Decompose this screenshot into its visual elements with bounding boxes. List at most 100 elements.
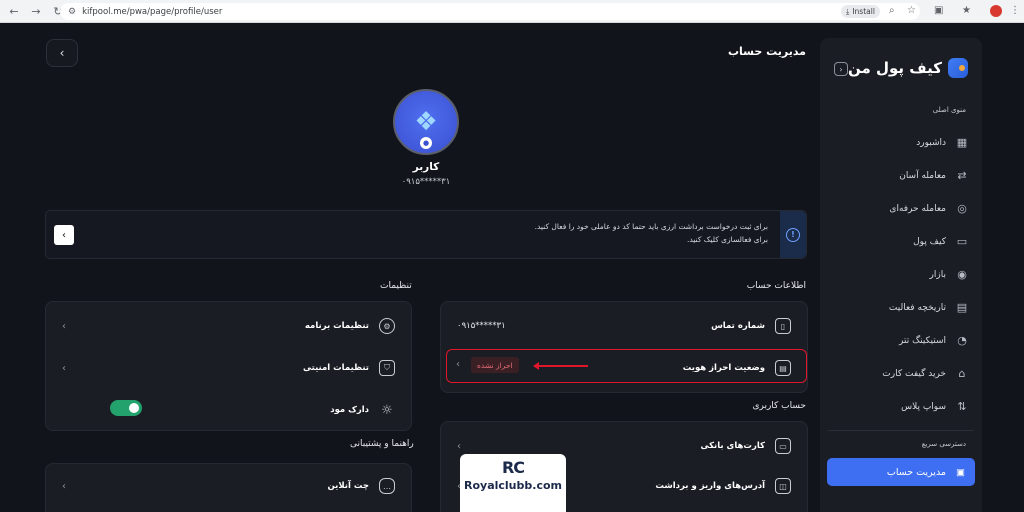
browser-toolbar: ← → ↻ ⚙ kifpool.me/pwa/page/profile/user… [0,0,1024,23]
camera-icon[interactable]: ● [420,137,432,149]
settings-card: ⚙ تنظیمات برنامه ‹ ⛉ تنظیمات امنیتی ‹ ☼ … [45,301,412,431]
chevron-left-icon[interactable]: ‹ [456,359,460,370]
sidebar-item-easy-trade[interactable]: معامله آسان ⇄ [828,159,968,192]
site-info-icon[interactable]: ⚙ [68,7,76,17]
sun-icon: ☼ [381,402,393,418]
sidebar-item-label: سواپ پلاس [901,401,946,412]
url-text: kifpool.me/pwa/page/profile/user [82,6,223,17]
swap-icon: ⇅ [957,400,967,413]
sidebar-item-label: تاریخچه فعالیت [888,302,946,313]
info-icon: ! [786,227,800,242]
addresses-label: آدرس‌های واریز و برداشت [655,481,765,491]
phone-row: ▯ شماره تماس ۰۹۱۵*****۳۱ [441,306,807,346]
app-settings-row[interactable]: ⚙ تنظیمات برنامه ‹ [46,306,411,346]
bookmark-star-icon[interactable]: ☆ [907,5,916,16]
sidebar-menu: داشبورد ▦ معامله آسان ⇄ معامله حرفه‌ای ◎… [828,126,968,423]
credit-card-icon: ▭ [775,438,791,454]
user-name: کاربر [412,161,440,173]
brand-logo-icon [948,58,968,78]
sidebar-item-label: استیکینگ تتر [899,335,946,346]
royalclubb-watermark: RC Royalclubb.com [460,454,566,512]
support-title: راهنما و پشتیبانی [350,439,414,449]
security-settings-row[interactable]: ⛉ تنظیمات امنیتی ‹ [46,348,411,388]
sidebar-item-staking[interactable]: استیکینگ تتر ◔ [828,324,968,357]
online-chat-label: چت آنلاین [327,481,369,491]
gear-icon: ⚙ [379,318,395,334]
history-icon: ▤ [956,301,968,314]
main-content: مدیریت حساب ‹ ❖ ● کاربر ۰۹۱۵*****۳۱ ! بر… [0,23,820,512]
alert-line-2: برای فعالسازی کلیک کنید. [686,235,768,244]
sidebar-item-history[interactable]: تاریخچه فعالیت ▤ [828,291,968,324]
dark-mode-toggle[interactable] [110,400,142,416]
sidebar-item-dashboard[interactable]: داشبورد ▦ [828,126,968,159]
sidebar-item-label: کیف پول [913,236,946,247]
sidebar-item-market[interactable]: بازار ◉ [828,258,968,291]
sidebar-item-label: داشبورد [916,137,946,148]
install-icon: ⤓ [846,6,850,16]
brand[interactable]: کیف پول من [848,58,968,78]
support-card: … چت آنلاین ‹ [45,463,412,512]
two-factor-alert[interactable]: ! برای ثبت درخواست برداشت ارزی باید حتما… [45,210,807,259]
back-arrow-icon[interactable]: ← [6,3,22,19]
phone-icon: ▯ [775,318,791,334]
address-bar[interactable]: ⚙ kifpool.me/pwa/page/profile/user [60,3,920,20]
settings-title: تنظیمات [380,281,412,291]
chevron-left-icon: ‹ [59,46,65,60]
chevron-left-icon: ‹ [62,362,66,374]
online-chat-row[interactable]: … چت آنلاین ‹ [46,466,411,506]
gift-icon: ⌂ [958,367,966,380]
back-button[interactable]: ‹ [46,39,78,67]
account-management-button[interactable]: مدیریت حساب ▣ [827,458,975,486]
account-info-title: اطلاعات حساب [746,281,806,291]
kyc-status-badge: احراز نشده [471,357,519,373]
bank-cards-label: کارت‌های بانکی [700,441,765,451]
sidebar-item-pro-trade[interactable]: معامله حرفه‌ای ◎ [828,192,968,225]
user-phone: ۰۹۱۵*****۳۱ [401,177,451,187]
alert-line-1: برای ثبت درخواست برداشت ارزی باید حتما ک… [534,222,768,231]
staking-icon: ◔ [957,334,967,347]
alert-activate-button[interactable]: ‹ [54,225,74,245]
more-menu-icon[interactable]: ⋮ [1010,5,1020,16]
forward-arrow-icon[interactable]: → [28,3,44,19]
dark-mode-row: ☼ دارک مود [46,390,411,430]
sidebar-item-label: معامله حرفه‌ای [889,203,946,214]
shield-icon: ⛉ [379,360,395,376]
menu-title: منوی اصلی [932,106,966,114]
wallet-icon: ▭ [956,235,968,248]
chevron-left-icon: ‹ [62,480,66,492]
address-book-icon: ◫ [775,478,791,494]
page-title: مدیریت حساب [727,45,806,58]
exchange-icon: ⇄ [957,169,967,182]
install-button[interactable]: ⤓ Install [841,5,880,18]
phone-value: ۰۹۱۵*****۳۱ [457,321,506,331]
dark-mode-label: دارک مود [330,405,369,415]
sidebar-item-swap-plus[interactable]: سواپ پلاس ⇅ [828,390,968,423]
extensions-icon[interactable]: ▣ [934,5,943,16]
sidebar-item-label: بازار [929,269,946,280]
sidebar: کیف پول من › منوی اصلی داشبورد ▦ معامله … [820,38,982,512]
pro-trade-icon: ◎ [957,202,967,215]
collapse-sidebar-button[interactable]: › [834,62,848,76]
watermark-text: Royalclubb.com [464,479,562,492]
id-card-icon: ▣ [956,466,965,478]
sidebar-divider [828,430,974,431]
user-account-title: حساب کاربری [752,401,806,411]
alert-icon-wrap: ! [780,211,806,258]
brand-name: کیف پول من [848,59,942,77]
security-settings-label: تنظیمات امنیتی [303,363,369,373]
profile-avatar[interactable] [990,5,1002,17]
install-label: Install [852,7,875,16]
phone-label: شماره تماس [711,321,765,331]
sidebar-item-gift-card[interactable]: خرید گیفت کارت ⌂ [828,357,968,390]
app-settings-label: تنظیمات برنامه [304,321,369,331]
zoom-icon[interactable]: ⌕ [889,5,895,16]
sidebar-item-wallet[interactable]: کیف پول ▭ [828,225,968,258]
annotation-arrow [533,362,588,370]
bookmarks-icon[interactable]: ★ [962,5,971,16]
grid-icon: ▦ [956,136,968,149]
account-management-label: مدیریت حساب [886,466,947,478]
quick-access-title: دسترسی سریع [921,440,966,448]
sidebar-item-label: معامله آسان [899,170,946,181]
watermark-logo: RC [501,458,525,477]
chevron-left-icon: ‹ [62,320,66,332]
